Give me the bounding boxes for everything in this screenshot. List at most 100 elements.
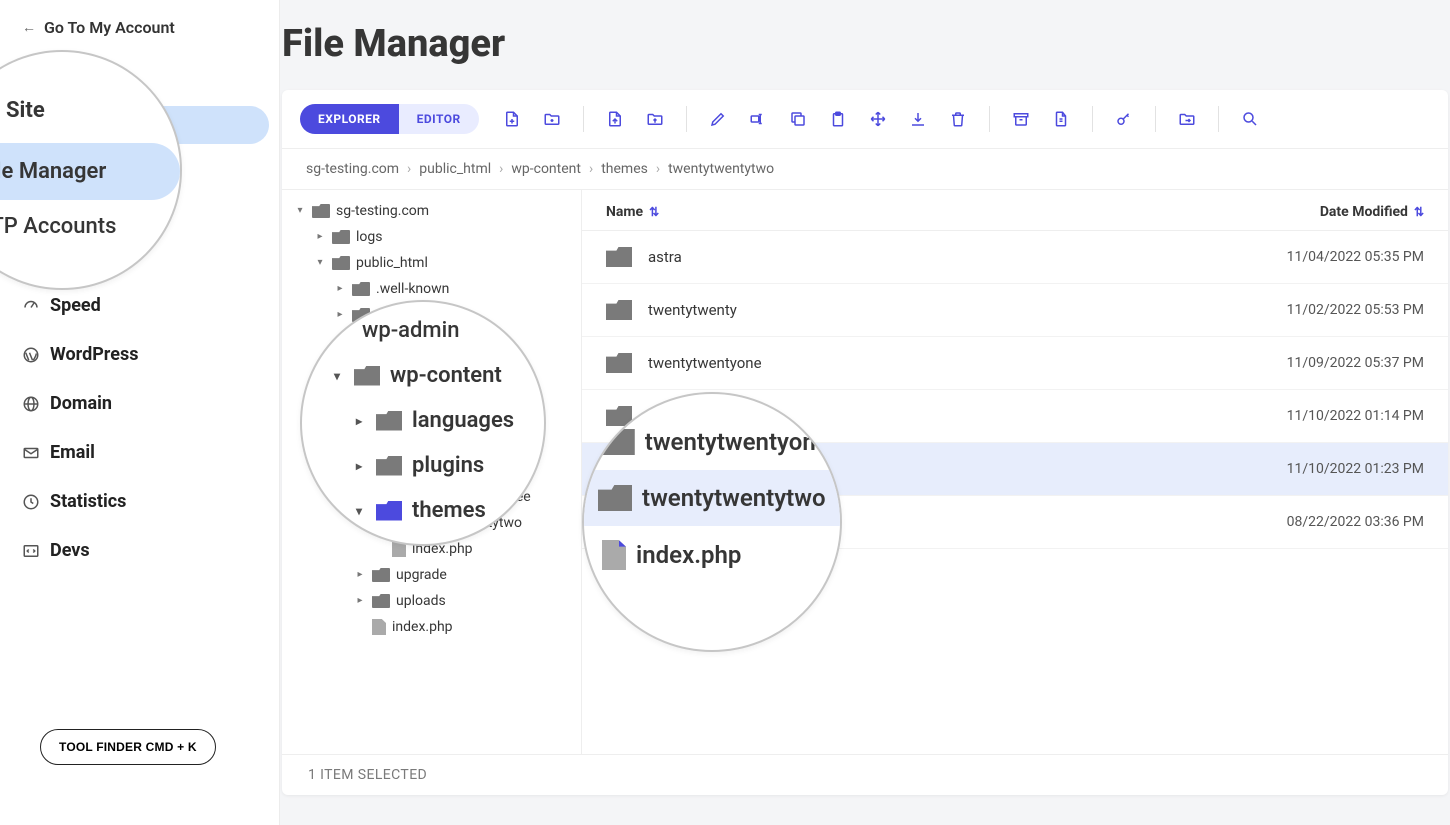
folder-icon [392,516,410,530]
goto-folder-button[interactable] [1170,102,1204,136]
tree-folder[interactable]: ▸twentytwentytwo [286,510,577,536]
sidebar-section-speed[interactable]: Speed [0,281,279,330]
folder-icon [606,247,632,267]
tree-folder[interactable]: ▸ logs [286,224,577,250]
caret-icon[interactable]: ▸ [354,595,366,606]
new-folder-button[interactable] [535,102,569,136]
list-row[interactable]: twentytwenty11/02/2022 05:53 PM [582,284,1448,337]
sidebar-section-email[interactable]: Email [0,428,279,477]
sidebar-section-statistics[interactable]: Statistics [0,477,279,526]
toolbar-divider [989,106,990,132]
delete-button[interactable] [941,102,975,136]
tree-folder[interactable]: ▾themes [286,406,577,432]
row-name: twentytwenty [648,301,1224,319]
row-date: 08/22/2022 03:36 PM [1224,514,1424,530]
sidebar-section-devs[interactable]: Devs [0,526,279,575]
move-icon [869,110,887,128]
breadcrumb-item[interactable]: twentytwentytwo [668,161,774,177]
sidebar-section-devs-label: Devs [50,540,90,561]
list-row[interactable]: index.php08/22/2022 03:36 PM [582,496,1448,549]
explorer-tab[interactable]: Explorer [300,104,399,134]
list-row[interactable]: astra11/04/2022 05:35 PM [582,231,1448,284]
caret-icon[interactable]: ▸ [314,231,326,242]
edit-button[interactable] [701,102,735,136]
tree-folder[interactable]: ▾public_html [286,250,577,276]
tree-folder[interactable]: ▸languages [286,354,577,380]
breadcrumb-item[interactable]: wp-content [511,161,581,177]
sidebar-section-statistics-label: Statistics [50,491,126,512]
sort-icon[interactable]: ⇅ [649,205,659,219]
list-row[interactable]: twentytwentytwo11/10/2022 01:23 PM [582,443,1448,496]
editor-tab[interactable]: Editor [399,104,479,134]
caret-icon[interactable]: ▸ [374,465,386,476]
tree-folder[interactable]: ▸twentytwentythree [286,484,577,510]
extract-button[interactable] [1044,102,1078,136]
caret-icon[interactable]: ▸ [354,387,366,398]
back-to-account-label: Go To My Account [44,18,175,37]
sidebar-section-security[interactable]: Security [0,232,279,281]
folder-icon [606,353,632,373]
breadcrumb-item[interactable]: themes [601,161,648,177]
paste-button[interactable] [821,102,855,136]
tree-item-label: .well-known [376,281,449,297]
tree-item-label: logs [356,229,382,245]
sidebar-section-domain-label: Domain [50,393,112,414]
tree-folder[interactable]: ▸plugins [286,380,577,406]
tree-folder[interactable]: ▸upgrade [286,562,577,588]
toolbar-divider [686,106,687,132]
caret-icon[interactable]: ▸ [354,361,366,372]
upload-file-button[interactable] [598,102,632,136]
caret-icon[interactable]: ▾ [334,335,346,346]
sidebar-item-mysql[interactable]: MySQL [0,146,269,184]
tree-folder[interactable]: ▸twentytwentyone [286,458,577,484]
move-button[interactable] [861,102,895,136]
back-to-account-link[interactable]: ← Go To My Account [0,0,279,47]
tree-folder[interactable]: ▸wp-admin [286,302,577,328]
breadcrumb: sg-testing.com› public_html› wp-content›… [282,149,1448,190]
sidebar-section-site[interactable]: Site [0,53,279,102]
breadcrumb-item[interactable]: sg-testing.com [306,161,399,177]
archive-button[interactable] [1004,102,1038,136]
sidebar-section-wordpress[interactable]: WordPress [0,330,279,379]
tree-folder[interactable]: ▸twentytwenty [286,432,577,458]
tree-item-label: index.php [412,541,473,557]
caret-icon[interactable]: ▸ [334,283,346,294]
tree-folder[interactable]: ▸ .well-known [286,276,577,302]
tree-folder[interactable]: ▾wp-content [286,328,577,354]
caret-icon[interactable]: ▸ [354,569,366,580]
mode-toggle: Explorer Editor [300,104,479,134]
upload-folder-button[interactable] [638,102,672,136]
tool-finder-button[interactable]: TOOL FINDER CMD + K [40,729,216,765]
tree-file[interactable]: index.php [286,614,577,640]
list-row[interactable]: twentytwentyone11/09/2022 05:37 PM [582,337,1448,390]
caret-icon[interactable]: ▸ [374,491,386,502]
extract-icon [1052,110,1070,128]
column-date[interactable]: Date Modified [1320,204,1408,220]
column-name[interactable]: Name [606,204,643,220]
tree-folder[interactable]: ▾sg-testing.com [286,198,577,224]
copy-button[interactable] [781,102,815,136]
sort-icon[interactable]: ⇅ [1414,205,1424,219]
breadcrumb-item[interactable]: public_html [419,161,491,177]
tree-folder[interactable]: ▸uploads [286,588,577,614]
download-icon [909,110,927,128]
caret-icon[interactable]: ▾ [294,205,306,216]
download-button[interactable] [901,102,935,136]
folder-tree[interactable]: ▾sg-testing.com ▸ logs ▾public_html ▸ .well-k… [282,190,582,754]
new-file-button[interactable] [495,102,529,136]
tree-file[interactable]: index.php [286,536,577,562]
caret-icon[interactable]: ▾ [314,257,326,268]
permissions-button[interactable] [1107,102,1141,136]
file-icon [392,541,406,557]
sidebar-item-file-manager[interactable]: File Manager [0,106,269,144]
caret-icon[interactable]: ▾ [354,413,366,424]
sidebar-section-domain[interactable]: Domain [0,379,279,428]
rename-button[interactable] [741,102,775,136]
caret-icon[interactable]: ▸ [334,309,346,320]
caret-icon[interactable]: ▸ [374,517,386,528]
sidebar-item-postgresql[interactable]: PostgreSQL [0,186,269,224]
caret-icon[interactable]: ▸ [374,439,386,450]
toolbar: Explorer Editor [282,90,1448,149]
list-row[interactable]: twentytwentythree11/10/2022 01:14 PM [582,390,1448,443]
search-button[interactable] [1233,102,1267,136]
